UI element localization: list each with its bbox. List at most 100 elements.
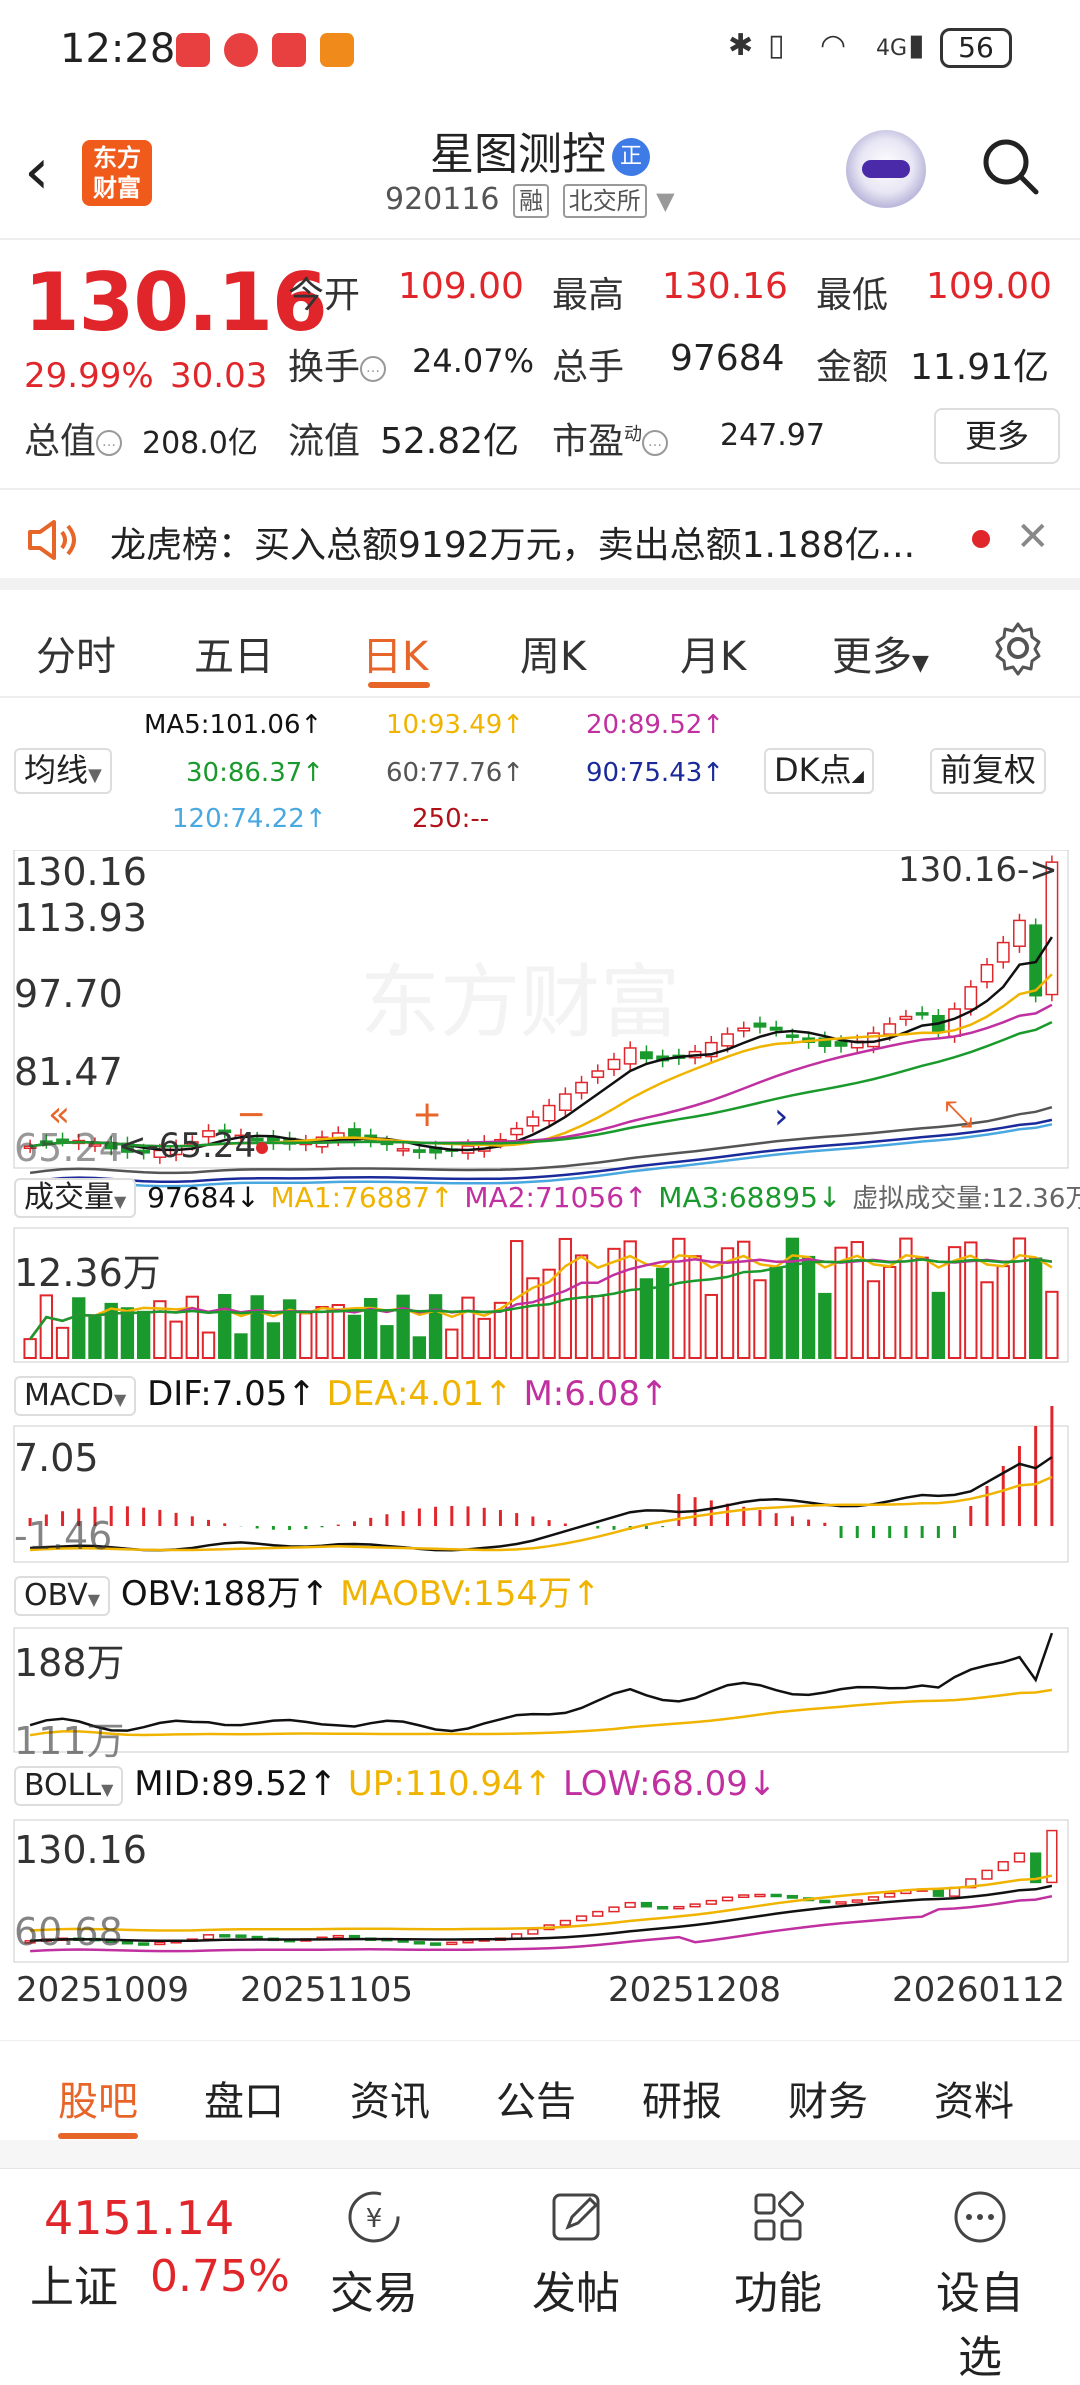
add-watchlist-button[interactable]: 设自选 <box>920 2187 1040 2385</box>
close-icon[interactable]: ✕ <box>1016 514 1050 560</box>
boll-candle <box>835 1901 847 1905</box>
tab-intraday[interactable]: 分时 <box>36 624 116 682</box>
obv-value: OBV:188万↑ <box>120 1574 330 1614</box>
ai-robot-avatar[interactable] <box>846 130 926 210</box>
macd-selector[interactable]: MACD▼ <box>14 1376 137 1416</box>
volume-bar <box>607 1247 621 1359</box>
kline-candle <box>575 1081 588 1094</box>
kline-candle <box>607 1058 621 1071</box>
zoom-in-icon[interactable]: + <box>412 1094 442 1135</box>
tab-profile[interactable]: 资料 <box>934 2069 1014 2127</box>
tab-five-day[interactable]: 五日 <box>194 624 274 682</box>
caret-down-icon: ▼ <box>113 1390 127 1409</box>
dk-point-button[interactable]: DK点◢ <box>764 748 874 794</box>
mcap-label: 总值… <box>24 412 123 464</box>
date-label: 20251009 <box>16 1970 190 2010</box>
zoom-out-icon[interactable]: − <box>236 1094 266 1135</box>
trade-button[interactable]: ¥ 交易 <box>314 2187 434 2321</box>
function-button[interactable]: 功能 <box>718 2187 838 2321</box>
boll-candle <box>705 1899 717 1905</box>
volume-ma2-line <box>29 1257 1053 1340</box>
open-label: 今开 <box>288 275 361 316</box>
tab-news[interactable]: 资讯 <box>350 2069 430 2127</box>
tab-research[interactable]: 研报 <box>642 2069 722 2127</box>
scroll-right-icon[interactable]: › <box>774 1096 788 1137</box>
info-icon[interactable]: … <box>96 430 123 456</box>
macd-indicator-row: MACD▼ DIF:7.05↑ DEA:4.01↑ M:6.08↑ <box>14 1374 668 1416</box>
low-point-dot <box>256 1142 268 1154</box>
obv-selector[interactable]: OBV▼ <box>14 1576 111 1616</box>
dragon-tiger-notice[interactable]: 龙虎榜：买入总额9192万元，卖出总额1.188亿... ✕ <box>0 492 1080 590</box>
kline-y-label: 97.70 <box>14 972 123 1016</box>
ma-selector[interactable]: 均线▼ <box>14 748 112 794</box>
boll-candle <box>202 1934 215 1940</box>
boll-candle <box>608 1906 620 1913</box>
boll-candle <box>154 1941 166 1946</box>
app-icon-orange <box>320 33 354 67</box>
boll-candle <box>851 1899 863 1903</box>
bottom-bar: 4151.14 上证 0.75% ¥ 交易 发帖 功能 设自选 <box>0 2168 1080 2383</box>
tab-more-label: 更多 <box>832 634 912 680</box>
speaker-icon <box>28 520 76 560</box>
boll-mid: MID:89.52↑ <box>134 1764 338 1804</box>
macd-y-top: 7.05 <box>14 1436 99 1480</box>
chart-panel-frame <box>13 1425 1069 1563</box>
kline-candle <box>1013 919 1026 947</box>
period-tabs: 分时 五日 日K 周K 月K 更多▼ <box>0 602 1080 698</box>
chart-canvas: 东方财富 <box>13 850 1069 1963</box>
volume-bar <box>428 1294 443 1359</box>
chart-area[interactable]: 东方财富 130.16 113.93 97.70 81.47 65.24 130… <box>0 850 1080 2040</box>
tab-guba[interactable]: 股吧 <box>58 2069 138 2127</box>
change-percent: 29.99% <box>24 356 154 396</box>
boll-candle <box>462 1939 474 1944</box>
volume-selector[interactable]: 成交量▼ <box>14 1178 137 1218</box>
obv-line <box>29 1632 1054 1733</box>
adjust-button[interactable]: 前复权 <box>930 748 1047 794</box>
post-button[interactable]: 发帖 <box>516 2187 636 2321</box>
caret-down-icon: ▼ <box>101 1780 114 1799</box>
mcap-label-text: 总值 <box>24 421 97 462</box>
boll-indicator-row: BOLL▼ MID:89.52↑ UP:110.94↑ LOW:68.09↓ <box>14 1764 776 1806</box>
tab-monthly-k[interactable]: 月K <box>680 624 746 682</box>
tab-announcement[interactable]: 公告 <box>496 2069 576 2127</box>
more-button[interactable]: 更多 <box>934 408 1060 464</box>
ma90-value: 90:75.43↑ <box>586 758 725 788</box>
info-icon[interactable]: … <box>642 430 669 456</box>
ma60-value: 60:77.76↑ <box>386 758 525 788</box>
obv-indicator-row: OBV▼ OBV:188万↑ MAOBV:154万↑ <box>14 1566 600 1616</box>
volume-bar <box>720 1247 735 1359</box>
kline-candle <box>591 1070 605 1078</box>
boll-candle <box>575 1915 588 1922</box>
boll-up-line <box>30 1874 1053 1932</box>
volume-bar <box>347 1314 362 1360</box>
gear-icon[interactable] <box>990 620 1046 676</box>
volume-bar <box>947 1246 962 1359</box>
info-icon[interactable]: … <box>360 356 387 382</box>
tab-more[interactable]: 更多▼ <box>832 624 929 682</box>
boll-selector[interactable]: BOLL▼ <box>14 1766 124 1806</box>
search-icon[interactable] <box>980 136 1040 196</box>
volume-ma2: MA2:71056↑ <box>464 1181 648 1214</box>
tab-weekly-k[interactable]: 周K <box>520 624 586 682</box>
tab-finance[interactable]: 财务 <box>788 2069 868 2127</box>
scroll-left-icon[interactable]: « <box>48 1094 70 1135</box>
ma10-value: 10:93.49↑ <box>386 710 525 740</box>
obv-y-top: 188万 <box>14 1641 125 1685</box>
stock-subtitle[interactable]: 920116 融 北交所 ▼ <box>385 182 675 218</box>
obv-selector-label: OBV <box>24 1578 88 1613</box>
boll-candle <box>932 1888 944 1897</box>
pe-label-text: 市盈 <box>552 421 625 462</box>
volume-bar <box>801 1255 816 1359</box>
boll-up: UP:110.94↑ <box>347 1764 553 1804</box>
tab-pankou[interactable]: 盘口 <box>204 2069 284 2127</box>
volume-bar <box>834 1246 848 1360</box>
volume-bar <box>136 1310 151 1359</box>
volume-bar <box>39 1294 54 1360</box>
volume-bar <box>769 1266 783 1360</box>
change-amount: 30.03 <box>170 356 268 396</box>
kline-candle <box>915 1012 929 1016</box>
expand-icon[interactable]: ⤡ <box>944 1094 973 1136</box>
obv-y-bottom: 111万 <box>14 1719 125 1763</box>
volume-bar <box>380 1325 394 1359</box>
tab-daily-k[interactable]: 日K <box>362 624 428 682</box>
